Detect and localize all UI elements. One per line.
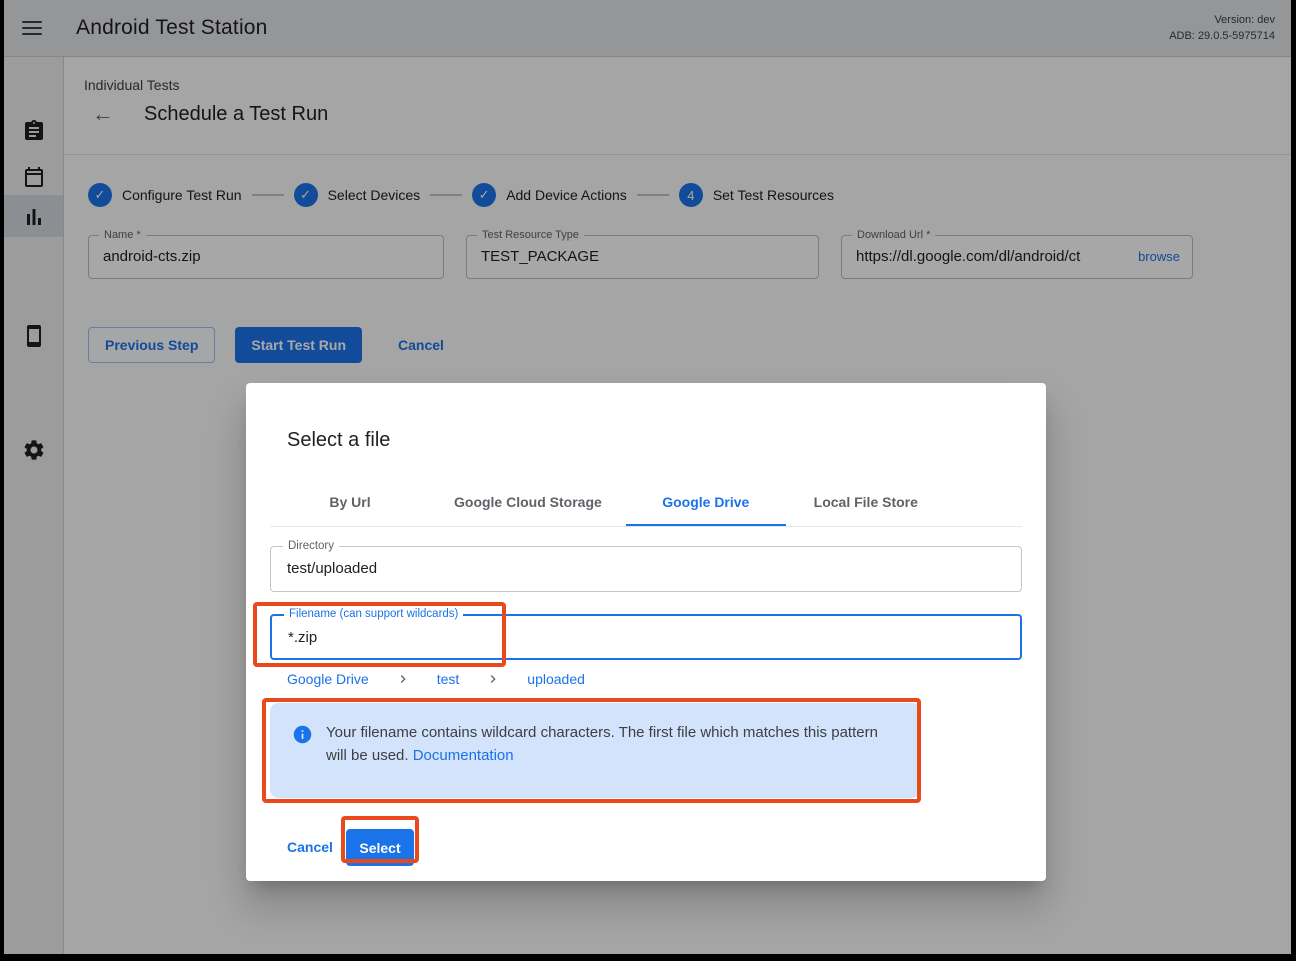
tab-by-url[interactable]: By Url: [270, 479, 430, 526]
wildcard-info-alert: Your filename contains wildcard characte…: [270, 703, 920, 798]
select-file-dialog: Select a file By Url Google Cloud Storag…: [246, 383, 1046, 881]
chevron-right-icon: [485, 671, 501, 687]
directory-label: Directory: [283, 540, 339, 552]
alert-message: Your filename contains wildcard characte…: [326, 721, 902, 768]
info-icon: [292, 724, 313, 745]
filename-label: Filename (can support wildcards): [284, 608, 463, 620]
directory-value: test/uploaded: [271, 547, 1021, 577]
dialog-cancel-button[interactable]: Cancel: [287, 839, 333, 855]
tab-local-file-store[interactable]: Local File Store: [786, 479, 946, 526]
screen: Android Test Station Version: dev ADB: 2…: [0, 0, 1296, 961]
alert-message-text: Your filename contains wildcard characte…: [326, 724, 878, 764]
drive-breadcrumb: Google Drive test uploaded: [287, 671, 585, 687]
chevron-right-icon: [395, 671, 411, 687]
dialog-tabs: By Url Google Cloud Storage Google Drive…: [270, 479, 1022, 527]
breadcrumb-test[interactable]: test: [437, 671, 460, 687]
tab-google-cloud-storage[interactable]: Google Cloud Storage: [430, 479, 626, 526]
filename-value: *.zip: [272, 616, 1020, 646]
filename-field[interactable]: Filename (can support wildcards) *.zip: [270, 614, 1022, 660]
documentation-link[interactable]: Documentation: [413, 747, 514, 764]
dialog-title: Select a file: [287, 429, 390, 452]
breadcrumb-google-drive[interactable]: Google Drive: [287, 671, 369, 687]
directory-field[interactable]: Directory test/uploaded: [270, 546, 1022, 592]
breadcrumb-uploaded[interactable]: uploaded: [527, 671, 585, 687]
tab-google-drive[interactable]: Google Drive: [626, 479, 786, 526]
dialog-select-button[interactable]: Select: [346, 829, 414, 866]
